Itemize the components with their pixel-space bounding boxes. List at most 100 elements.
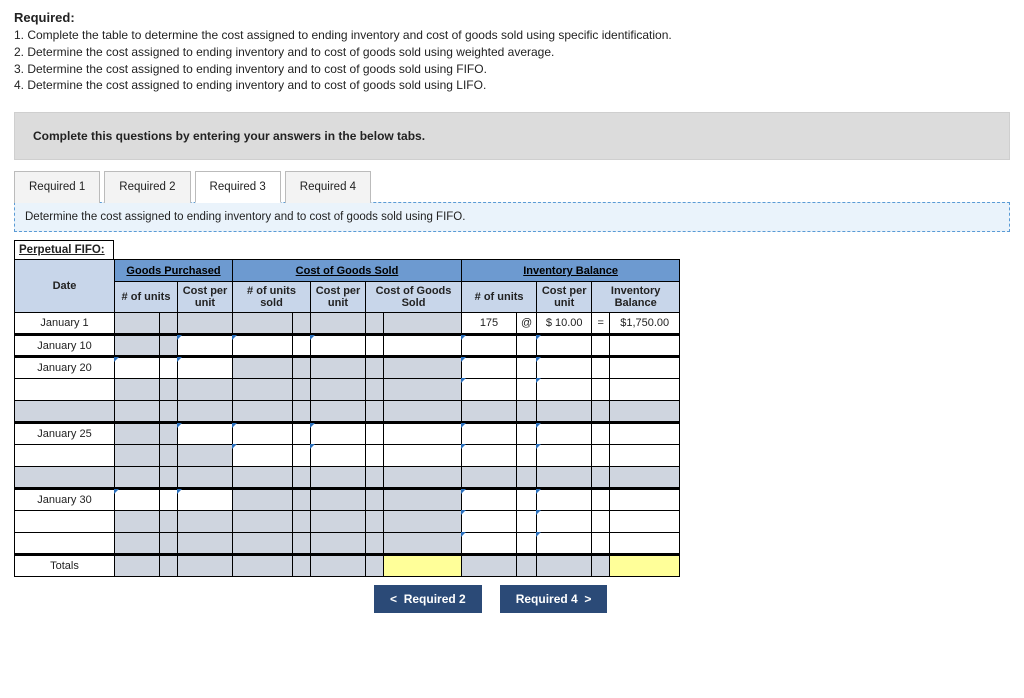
prev-button[interactable]: < Required 2 (374, 585, 482, 613)
cogs_total-cell (384, 511, 462, 533)
inv_cost-cell[interactable] (537, 379, 592, 401)
cogs_units-cell (233, 467, 293, 489)
inv_cost-cell[interactable] (537, 445, 592, 467)
inv_cost-cell: $ 10.00 (537, 313, 592, 335)
inv_cost-cell[interactable] (537, 533, 592, 555)
tab-required-2[interactable]: Required 2 (104, 171, 190, 203)
cogs_eq-cell (366, 401, 384, 423)
gp_units-cell[interactable] (115, 357, 160, 379)
cogs_units-cell (233, 401, 293, 423)
inv_units-cell[interactable] (462, 445, 517, 467)
cogs_total-cell[interactable] (384, 555, 462, 577)
inv_cost-cell (537, 467, 592, 489)
inv_balance-cell (610, 467, 680, 489)
cogs_total-cell[interactable] (384, 335, 462, 357)
cogs_at-cell (293, 467, 311, 489)
inv_eq-cell (592, 379, 610, 401)
col-inv-balance: Inventory Balance (592, 282, 680, 313)
inv_balance-cell: $1,750.00 (610, 313, 680, 335)
inv_balance-cell[interactable] (610, 423, 680, 445)
section-goods-purchased: Goods Purchased (115, 260, 233, 282)
cogs_units-cell[interactable] (233, 445, 293, 467)
gp_cost-cell (178, 401, 233, 423)
inv_balance-cell[interactable] (610, 511, 680, 533)
inv_units-cell: 175 (462, 313, 517, 335)
inv_balance-cell[interactable] (610, 379, 680, 401)
col-cogs-total: Cost of Goods Sold (366, 282, 462, 313)
cogs_total-cell[interactable] (384, 423, 462, 445)
inv_units-cell[interactable] (462, 511, 517, 533)
date-cell: January 1 (15, 313, 115, 335)
cogs_total-cell[interactable] (384, 445, 462, 467)
inv_at-cell (517, 357, 537, 379)
inv_balance-cell[interactable] (610, 555, 680, 577)
inv_cost-cell[interactable] (537, 335, 592, 357)
inv_units-cell[interactable] (462, 379, 517, 401)
inv_balance-cell[interactable] (610, 489, 680, 511)
gp_at-cell (160, 379, 178, 401)
cogs_eq-cell (366, 533, 384, 555)
inv_balance-cell[interactable] (610, 335, 680, 357)
col-cogs-cost: Cost per unit (311, 282, 366, 313)
col-gp-cost: Cost per unit (178, 282, 233, 313)
gp_cost-cell[interactable] (178, 335, 233, 357)
inv_at-cell (517, 467, 537, 489)
cogs_eq-cell (366, 511, 384, 533)
inv_cost-cell[interactable] (537, 423, 592, 445)
inv_at-cell (517, 533, 537, 555)
inv_balance-cell[interactable] (610, 357, 680, 379)
gp_cost-cell (178, 313, 233, 335)
cogs_units-cell[interactable] (233, 335, 293, 357)
gp_cost-cell (178, 445, 233, 467)
date-cell: January 10 (15, 335, 115, 357)
inv_units-cell[interactable] (462, 489, 517, 511)
inv_balance-cell[interactable] (610, 533, 680, 555)
inv_eq-cell (592, 511, 610, 533)
gp_units-cell (115, 379, 160, 401)
cogs_at-cell (293, 445, 311, 467)
required-item: 3. Determine the cost assigned to ending… (14, 61, 1010, 78)
gp_cost-cell (178, 467, 233, 489)
gp_units-cell (115, 401, 160, 423)
inv_units-cell[interactable] (462, 423, 517, 445)
cogs_cost-cell[interactable] (311, 445, 366, 467)
gp_units-cell (115, 423, 160, 445)
inv_eq-cell (592, 423, 610, 445)
cogs_cost-cell[interactable] (311, 423, 366, 445)
inv_cost-cell[interactable] (537, 357, 592, 379)
inv_eq-cell (592, 357, 610, 379)
cogs_cost-cell (311, 357, 366, 379)
cogs_total-cell (384, 313, 462, 335)
inv_eq-cell (592, 467, 610, 489)
cogs_units-cell (233, 511, 293, 533)
col-gp-units: # of units (115, 282, 178, 313)
inv_balance-cell[interactable] (610, 445, 680, 467)
inv_at-cell (517, 489, 537, 511)
gp_cost-cell[interactable] (178, 357, 233, 379)
gp_units-cell (115, 533, 160, 555)
inv_at-cell (517, 555, 537, 577)
col-inv-units: # of units (462, 282, 537, 313)
inv_units-cell[interactable] (462, 533, 517, 555)
nav-buttons: < Required 2 Required 4 > (14, 585, 1010, 613)
inv_units-cell[interactable] (462, 357, 517, 379)
gp_units-cell (115, 313, 160, 335)
inv_cost-cell[interactable] (537, 489, 592, 511)
cogs_units-cell[interactable] (233, 423, 293, 445)
gp_at-cell (160, 533, 178, 555)
inv_units-cell[interactable] (462, 335, 517, 357)
next-button[interactable]: Required 4 > (500, 585, 608, 613)
inv_cost-cell[interactable] (537, 511, 592, 533)
col-inv-cost: Cost per unit (537, 282, 592, 313)
required-item: 4. Determine the cost assigned to ending… (14, 77, 1010, 94)
gp_cost-cell (178, 533, 233, 555)
inv_units-cell (462, 401, 517, 423)
gp_units-cell[interactable] (115, 489, 160, 511)
cogs_cost-cell[interactable] (311, 335, 366, 357)
cogs_units-cell (233, 313, 293, 335)
tab-required-1[interactable]: Required 1 (14, 171, 100, 203)
tab-required-4[interactable]: Required 4 (285, 171, 371, 203)
gp_cost-cell[interactable] (178, 423, 233, 445)
tab-required-3[interactable]: Required 3 (195, 171, 281, 203)
gp_cost-cell[interactable] (178, 489, 233, 511)
